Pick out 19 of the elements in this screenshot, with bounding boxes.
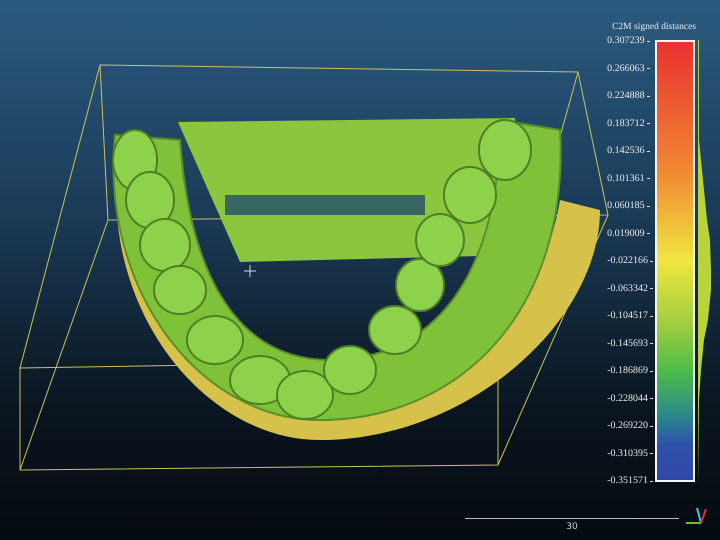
color-scale-title: C2M signed distances <box>612 22 696 32</box>
scale-value-label: -0.351571 <box>607 476 648 486</box>
scale-bar-label: 30 <box>566 522 578 532</box>
scale-value-label: 0.101361 <box>607 174 645 184</box>
scale-value-label: 0.060185 <box>607 201 645 211</box>
scale-value-label: 0.142536 <box>607 146 645 156</box>
scale-value-label: 0.307239 <box>607 36 645 46</box>
scale-value-label: -0.022166 <box>607 256 648 266</box>
scale-value-label: -0.269220 <box>607 421 648 431</box>
scale-value-label: 0.266063 <box>607 64 645 74</box>
scale-value-label: -0.145693 <box>607 338 648 348</box>
scale-value-label: -0.063342 <box>607 284 648 294</box>
scale-value-label: 0.224888 <box>607 91 645 101</box>
scale-value-label: -0.228044 <box>607 394 648 404</box>
scale-value-label: -0.310395 <box>607 448 648 458</box>
scale-value-label: 0.019009 <box>607 228 645 238</box>
scale-value-label: -0.104517 <box>607 311 648 321</box>
scale-value-label: -0.186869 <box>607 366 648 376</box>
scale-value-label: 0.183712 <box>607 118 645 128</box>
